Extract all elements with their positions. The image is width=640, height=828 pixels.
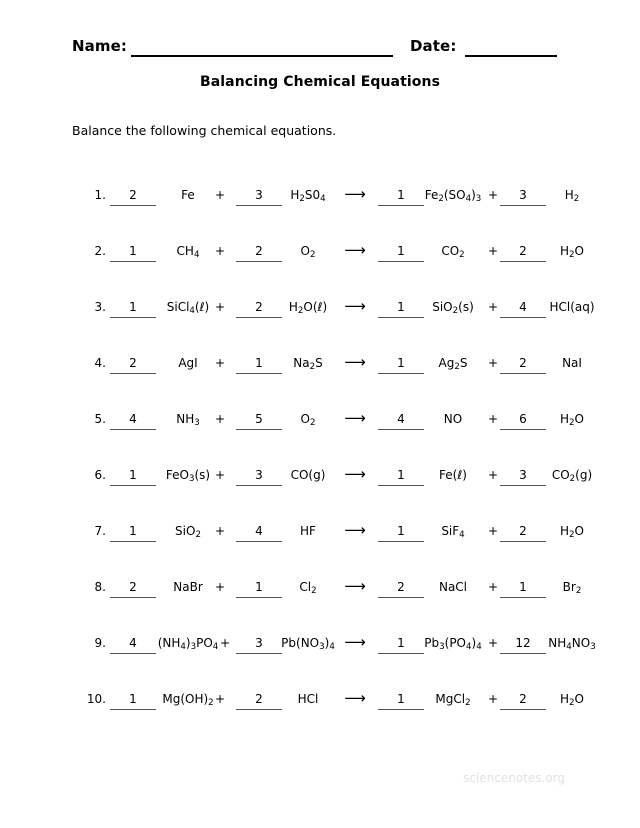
product-formula-2: H2O [560, 244, 584, 261]
reaction-arrow-icon: ⟶ [344, 465, 366, 483]
reaction-arrow-icon: ⟶ [344, 577, 366, 595]
plus-sign-reactants: + [214, 356, 226, 370]
plus-sign-reactants: + [214, 524, 226, 538]
plus-sign-reactants: + [214, 188, 226, 202]
reaction-arrow-icon: ⟶ [344, 353, 366, 371]
product-formula-2: HCl(aq) [549, 300, 595, 314]
plus-sign-reactants: + [214, 580, 226, 594]
reaction-arrow-icon: ⟶ [344, 633, 366, 651]
equation-row: 6. 1 FeO3(s) +3 CO(g) ⟶ 1 Fe(ℓ) +3 CO2(g) [0, 466, 640, 522]
plus-sign-products: + [487, 412, 499, 426]
equation-row: 9. 4 (NH4)3PO4 +3 Pb(NO3)4 ⟶ 1 Pb3(PO4)4 +12 NH4N… [0, 634, 640, 690]
plus-sign-products: + [487, 524, 499, 538]
equation-number: 6. [94, 468, 106, 482]
product-formula-2: H2O [560, 524, 584, 541]
equation-row: 1. 2 Fe +3 H2S04 ⟶ 1 Fe2(SO4)3 +3 H2 [0, 186, 640, 242]
name-blank-line[interactable] [131, 55, 393, 57]
equation-number: 7. [94, 524, 106, 538]
plus-sign-reactants: + [219, 636, 231, 650]
equation-number: 3. [94, 300, 106, 314]
plus-sign-reactants: + [214, 692, 226, 706]
equation-number: 5. [94, 412, 106, 426]
name-label: Name: [72, 37, 127, 55]
product-formula-2: H2O [560, 692, 584, 709]
equation-row: 2. 1 CH4 +2 O2 ⟶ 1 CO2 +2 H2O [0, 242, 640, 298]
equation-row: 8. 2 NaBr +1 Cl2 ⟶ 2 NaCl +1 Br2 [0, 578, 640, 634]
instruction-text: Balance the following chemical equations… [72, 123, 337, 138]
reaction-arrow-icon: ⟶ [344, 689, 366, 707]
equation-row: 7. 1 SiO2 +4 HF ⟶ 1 SiF4 +2 H2O [0, 522, 640, 578]
plus-sign-products: + [487, 188, 499, 202]
equation-number: 2. [94, 244, 106, 258]
plus-sign-products: + [487, 636, 499, 650]
plus-sign-reactants: + [214, 468, 226, 482]
product-formula-2: H2O [560, 412, 584, 429]
equation-row: 3. 1 SiCl4(ℓ) +2 H2O(ℓ) ⟶ 1 SiO2(s) +4 HCl(aq) [0, 298, 640, 354]
plus-sign-products: + [487, 244, 499, 258]
date-blank-line[interactable] [465, 55, 557, 57]
equation-number: 10. [86, 692, 106, 706]
plus-sign-reactants: + [214, 412, 226, 426]
plus-sign-products: + [487, 468, 499, 482]
product-formula-2: NaI [562, 356, 582, 370]
equation-number: 1. [94, 188, 106, 202]
reaction-arrow-icon: ⟶ [344, 297, 366, 315]
equation-row: 5. 4 NH3 +5 O2 ⟶ 4 NO +6 H2O [0, 410, 640, 466]
equation-number: 9. [94, 636, 106, 650]
page-title: Balancing Chemical Equations [199, 74, 441, 90]
plus-sign-products: + [487, 356, 499, 370]
equation-list: 1. 2 Fe +3 H2S04 ⟶ 1 Fe2(SO4)3 +3 H2 2. 1 CH4 +2 O2 ⟶ 1 C… [0, 186, 640, 746]
product-formula-2: NH4NO3 [548, 636, 596, 653]
site-watermark: sciencenotes.org [463, 771, 565, 785]
plus-sign-reactants: + [214, 300, 226, 314]
plus-sign-products: + [487, 692, 499, 706]
reaction-arrow-icon: ⟶ [344, 241, 366, 259]
product-formula-2: CO2(g) [551, 468, 593, 485]
equation-number: 4. [94, 356, 106, 370]
product-formula-2: H2 [564, 188, 580, 205]
equation-row: 4. 2 AgI +1 Na2S ⟶ 1 Ag2S +2 NaI [0, 354, 640, 410]
equation-number: 8. [94, 580, 106, 594]
plus-sign-reactants: + [214, 244, 226, 258]
reaction-arrow-icon: ⟶ [344, 185, 366, 203]
date-label: Date: [410, 37, 457, 55]
reaction-arrow-icon: ⟶ [344, 409, 366, 427]
plus-sign-products: + [487, 300, 499, 314]
worksheet-header: Name: Date: [0, 36, 640, 62]
plus-sign-products: + [487, 580, 499, 594]
equation-row: 10. 1 Mg(OH)2 +2 HCl ⟶ 1 MgCl2 +2 H2O [0, 690, 640, 746]
reaction-arrow-icon: ⟶ [344, 521, 366, 539]
product-formula-2: Br2 [562, 580, 582, 597]
